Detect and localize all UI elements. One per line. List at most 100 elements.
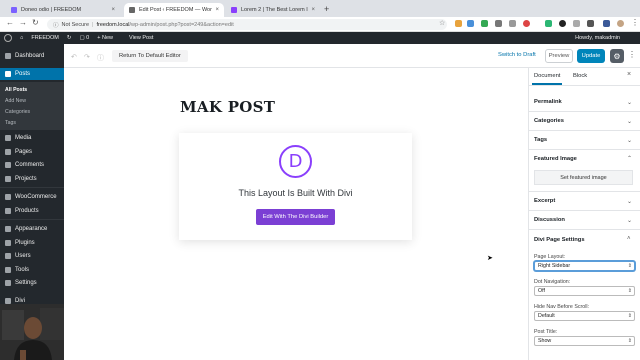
section-categories[interactable]: Categories [534, 118, 564, 124]
extension-icon[interactable] [523, 20, 530, 27]
sidebar-item-pages[interactable]: Pages [0, 146, 64, 158]
dashboard-icon [5, 53, 11, 59]
switch-to-draft-link[interactable]: Switch to Draft [498, 52, 536, 58]
sidebar-item-dashboard[interactable]: Dashboard [0, 50, 64, 62]
section-discussion[interactable]: Discussion [534, 217, 565, 223]
new-content-link[interactable]: + New [97, 35, 121, 41]
section-excerpt[interactable]: Excerpt [534, 198, 555, 204]
section-featured-image[interactable]: Featured Image [534, 156, 577, 162]
sidebar-item-plugins[interactable]: Plugins [0, 237, 64, 249]
sidebar-item-label: Appearance [15, 226, 48, 232]
chevron-down-icon[interactable]: ⌄ [627, 118, 632, 125]
submenu-categories[interactable]: Categories [5, 109, 30, 115]
browser-menu-icon[interactable]: ⋮ [631, 18, 639, 27]
extension-icon[interactable] [467, 20, 474, 27]
sidebar-divider [0, 219, 64, 220]
close-icon[interactable]: × [215, 7, 219, 13]
extension-icon[interactable] [573, 20, 580, 27]
sidebar-item-label: Dashboard [15, 53, 45, 59]
submenu-tags[interactable]: Tags [5, 120, 16, 126]
extension-icon[interactable] [603, 20, 610, 27]
chevron-down-icon[interactable]: ⌄ [627, 217, 632, 224]
tab-favicon-icon [11, 7, 17, 13]
browser-tab[interactable]: Lorem 2 | The Best Lorem Ipsu × [226, 3, 320, 17]
tab-block[interactable]: Block [573, 73, 587, 79]
sidebar-item-label: Comments [15, 162, 45, 168]
sidebar-item-tools[interactable]: Tools [0, 264, 64, 276]
sidebar-item-users[interactable]: Users [0, 250, 64, 262]
hide-nav-select[interactable]: Default ⇕ [534, 311, 635, 321]
extension-icon[interactable] [455, 20, 462, 27]
sidebar-item-comments[interactable]: Comments [0, 159, 64, 171]
page-layout-select[interactable]: Right Sidebar ⇕ [534, 261, 635, 271]
extension-icon[interactable] [559, 20, 566, 27]
url-input[interactable]: ⓘ Not Secure | freedom.local /wp-admin/p… [47, 19, 447, 30]
sidebar-item-posts[interactable]: Posts [0, 68, 64, 80]
home-icon[interactable]: ⌂ [20, 35, 23, 41]
comments-icon[interactable]: ▢ 0 [79, 35, 89, 41]
submenu-all-posts[interactable]: All Posts [5, 87, 27, 93]
sidebar-item-appearance[interactable]: Appearance [0, 223, 64, 235]
close-icon[interactable]: × [111, 7, 115, 13]
chevron-up-icon[interactable]: ⌃ [627, 155, 632, 162]
sidebar-item-label: Settings [15, 280, 37, 286]
sidebar-item-products[interactable]: Products [0, 205, 64, 217]
profile-avatar[interactable] [617, 20, 624, 27]
extension-icon[interactable] [495, 20, 502, 27]
chevron-up-icon[interactable]: ˄ [627, 236, 631, 242]
select-value: Off [538, 288, 545, 294]
return-to-default-editor-button[interactable]: Return To Default Editor [112, 50, 188, 62]
post-title[interactable]: MAK POST [180, 98, 275, 116]
sidebar-item-settings[interactable]: Settings [0, 277, 64, 289]
sidebar-item-label: Posts [15, 71, 31, 77]
sidebar-item-label: Plugins [15, 240, 35, 246]
edit-with-divi-builder-button[interactable]: Edit With The Divi Builder [256, 209, 335, 225]
tools-icon [5, 267, 11, 273]
update-button[interactable]: Update [577, 49, 605, 63]
submenu-add-new[interactable]: Add New [5, 98, 26, 104]
reload-icon[interactable]: ↻ [32, 18, 39, 27]
chevron-down-icon[interactable]: ⌄ [627, 137, 632, 144]
more-options-icon[interactable]: ⋮ [628, 50, 636, 59]
info-icon: ⓘ [53, 22, 59, 29]
sidebar-item-projects[interactable]: Projects [0, 173, 64, 185]
site-name[interactable]: FREEDOM [31, 35, 59, 41]
sidebar-item-media[interactable]: Media [0, 132, 64, 144]
settings-gear-icon[interactable]: ⚙ [610, 49, 624, 63]
post-title-select[interactable]: Show ⇕ [534, 336, 635, 346]
set-featured-image-button[interactable]: Set featured image [534, 170, 633, 185]
chevron-down-icon[interactable]: ⌄ [627, 99, 632, 106]
presenter-image [0, 304, 64, 360]
extension-icon[interactable] [545, 20, 552, 27]
section-divi-page-settings[interactable]: Divi Page Settings [534, 237, 585, 243]
forward-icon[interactable]: → [19, 18, 27, 27]
view-post-link[interactable]: View Post [129, 35, 153, 41]
sidebar-item-woocommerce[interactable]: WooCommerce [0, 191, 64, 203]
chevron-down-icon[interactable]: ⌄ [627, 198, 632, 205]
star-icon[interactable]: ☆ [439, 19, 445, 27]
howdy-user[interactable]: Howdy, makadmin [575, 35, 620, 41]
users-icon [5, 253, 11, 259]
section-permalink[interactable]: Permalink [534, 99, 562, 105]
browser-tab-active[interactable]: Edit Post ‹ FREEDOM — Word × [124, 3, 224, 17]
extension-icon[interactable] [509, 20, 516, 27]
preview-button[interactable]: Preview [545, 49, 573, 63]
page-layout-label: Page Layout: [534, 254, 566, 260]
pages-icon [5, 149, 11, 155]
wordpress-logo-icon[interactable] [4, 34, 12, 42]
extension-icon[interactable] [481, 20, 488, 27]
redo-icon[interactable]: ↷ [84, 53, 90, 61]
section-tags[interactable]: Tags [534, 137, 547, 143]
info-icon[interactable]: ⓘ [97, 53, 104, 63]
browser-tab[interactable]: Doneo odio | FREEDOM × [6, 3, 120, 17]
extension-icon[interactable] [587, 20, 594, 27]
undo-icon[interactable]: ↶ [71, 53, 77, 61]
back-icon[interactable]: ← [6, 18, 14, 27]
tab-document[interactable]: Document [534, 73, 560, 79]
close-icon[interactable]: × [627, 71, 631, 78]
dot-navigation-select[interactable]: Off ⇕ [534, 286, 635, 296]
updates-icon[interactable]: ↻ [67, 35, 72, 41]
section-divider [529, 210, 640, 211]
close-icon[interactable]: × [311, 7, 315, 13]
new-tab-button[interactable]: + [324, 4, 329, 14]
